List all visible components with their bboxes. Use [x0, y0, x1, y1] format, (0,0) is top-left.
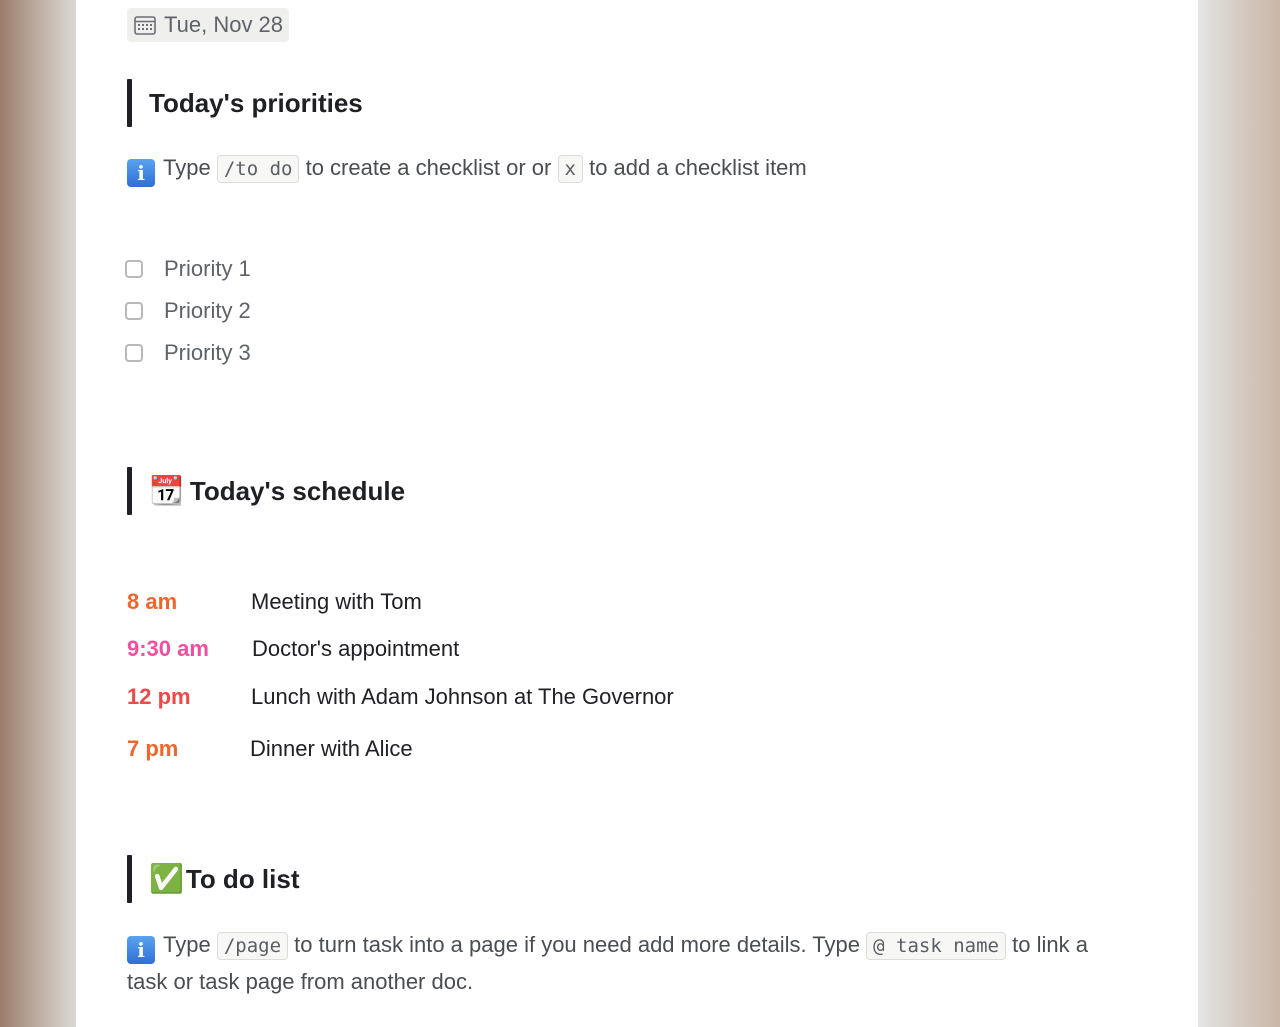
info-suffix-line2: task or task page from another doc. — [127, 969, 474, 994]
date-text: Tue, Nov 28 — [164, 12, 284, 37]
schedule-row: 12 pm Lunch with Adam Johnson at The Gov… — [127, 684, 674, 710]
calendar-emoji-icon: 📆 — [149, 475, 184, 506]
list-item: Priority 1 — [125, 248, 251, 290]
schedule-time: 9:30 am — [127, 636, 209, 661]
code-to-do: /to do — [216, 155, 300, 183]
schedule-event: Doctor's appointment — [252, 636, 460, 661]
todo-title: To do list — [185, 863, 300, 894]
schedule-event: Lunch with Adam Johnson at The Governor — [251, 684, 674, 709]
info-prefix: Type — [163, 932, 211, 957]
list-item: Priority 2 — [125, 290, 251, 332]
info-suffix: to add a checklist item — [589, 155, 807, 180]
check-mark-icon: ✅ — [149, 863, 184, 894]
section-bar — [127, 855, 132, 903]
todo-info-line: i Type /page to turn task into a page if … — [127, 927, 1157, 999]
priority-checklist: Priority 1 Priority 2 Priority 3 — [125, 248, 251, 374]
schedule-time: 12 pm — [127, 684, 191, 709]
checkbox[interactable] — [125, 344, 143, 362]
code-task-name: @ task name — [866, 932, 1006, 960]
info-prefix: Type — [163, 155, 211, 180]
priorities-header: Today's priorities — [127, 79, 363, 127]
date-chip[interactable]: Tue, Nov 28 — [127, 8, 290, 42]
priority-label[interactable]: Priority 3 — [164, 340, 251, 366]
code-x: x — [557, 155, 583, 183]
code-page: /page — [216, 932, 289, 960]
priority-label[interactable]: Priority 2 — [164, 298, 251, 324]
schedule-row: 7 pm Dinner with Alice — [127, 736, 413, 762]
priorities-info-line: i Type /to do to create a checklist or or… — [127, 150, 807, 187]
todo-header: ✅ To do list — [127, 855, 300, 903]
priority-label[interactable]: Priority 1 — [164, 256, 251, 282]
info-suffix: to link a — [1012, 932, 1088, 957]
priorities-title: Today's priorities — [149, 87, 363, 118]
schedule-row: 9:30 am Doctor's appointment — [127, 636, 459, 662]
schedule-title: Today's schedule — [189, 475, 406, 506]
document-page: Tue, Nov 28 Today's priorities i Type /to… — [76, 0, 1198, 1027]
schedule-header: 📆 Today's schedule — [127, 467, 405, 515]
schedule-time: 7 pm — [127, 736, 179, 761]
checkbox[interactable] — [125, 260, 143, 278]
schedule-event: Meeting with Tom — [251, 589, 422, 614]
list-item: Priority 3 — [125, 332, 251, 374]
info-icon: i — [127, 936, 155, 964]
schedule-event: Dinner with Alice — [250, 736, 413, 761]
info-icon: i — [127, 159, 155, 187]
section-bar — [127, 79, 132, 127]
schedule-time: 8 am — [127, 589, 178, 614]
section-bar — [127, 467, 132, 515]
checkbox[interactable] — [125, 302, 143, 320]
schedule-row: 8 am Meeting with Tom — [127, 589, 422, 615]
info-middle: to create a checklist or or — [305, 155, 552, 180]
info-middle: to turn task into a page if you need add… — [294, 932, 861, 957]
calendar-icon — [134, 16, 156, 35]
